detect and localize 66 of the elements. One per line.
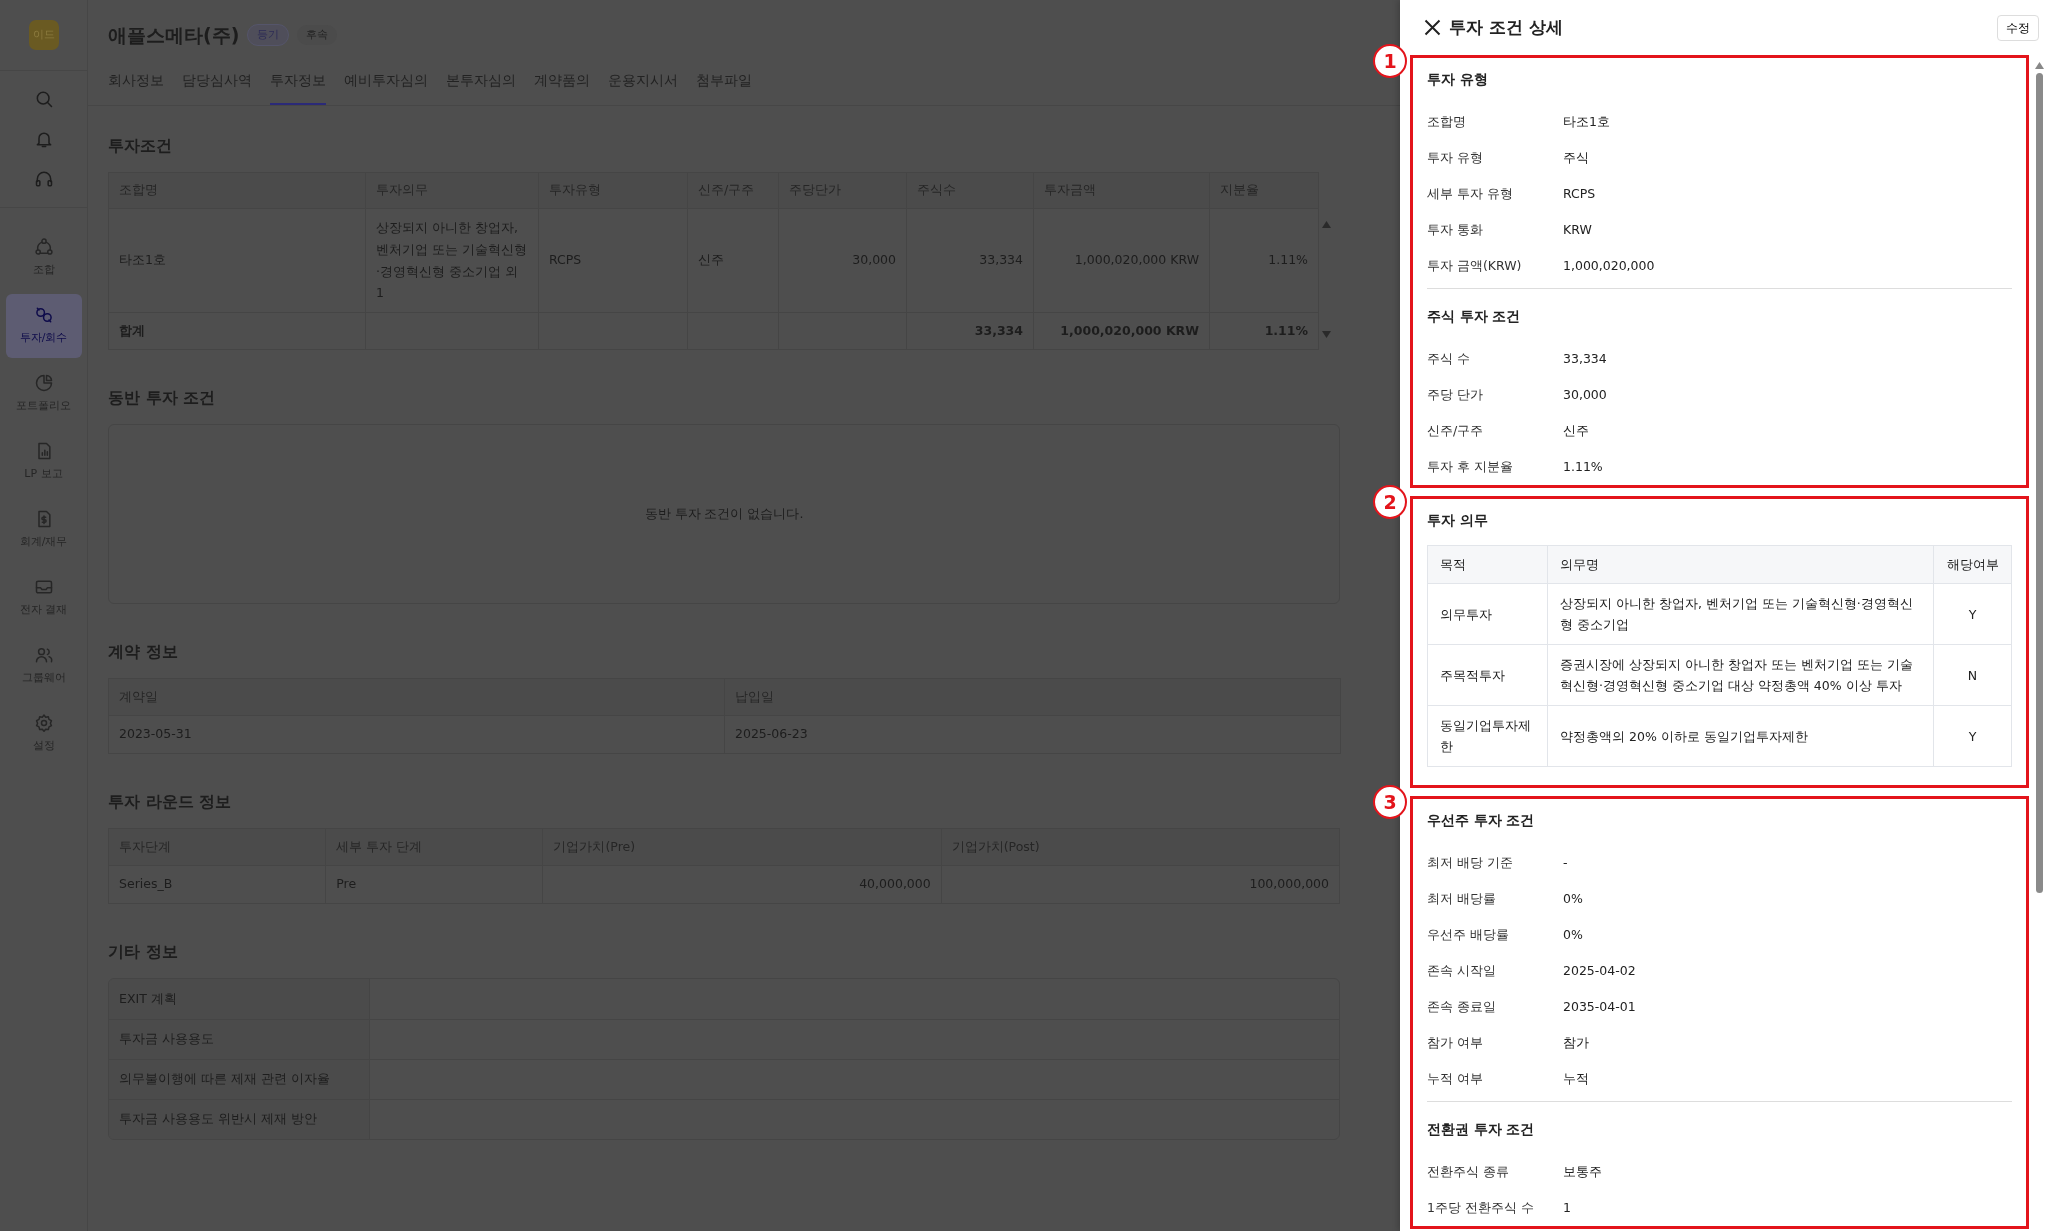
table-cell: 동일기업투자제한 — [1427, 705, 1548, 767]
field-value: 신주 — [1563, 421, 1589, 440]
group-heading: 투자 의무 — [1427, 510, 1489, 530]
field-label: 투자 통화 — [1427, 220, 1484, 239]
table-cell: 약정총액의 20% 이하로 동일기업투자제한 — [1547, 705, 1934, 767]
table-cell: 증권시장에 상장되지 아니한 창업자 또는 벤처기업 또는 기술혁신형·경영혁신형 중소기업 대상 약정총액 40% 이상 투자 — [1547, 644, 1934, 706]
group-heading: 우선주 투자 조건 — [1427, 811, 1536, 831]
field-value: 1,000,020,000 — [1563, 256, 1655, 275]
field-value: 0% — [1563, 889, 1583, 908]
headset-icon[interactable] — [33, 169, 54, 189]
table-cell: 상장되지 아니한 창업자, 벤처기업 또는 기술혁신형·경영혁신형 중소기업 — [1547, 583, 1934, 645]
panel-title: 투자 조건 상세 — [1449, 15, 1563, 39]
field-value: 33,334 — [1563, 349, 1607, 368]
field-value: 1.11% — [1563, 457, 1603, 476]
table-cell: Y — [1933, 583, 2012, 645]
nodes-icon — [33, 237, 54, 258]
table-cell: N — [1933, 644, 2012, 706]
field-label: 존속 시작일 — [1427, 961, 1497, 980]
field-label: 1주당 전환주식 수 — [1427, 1198, 1535, 1217]
field-value: 2025-04-02 — [1563, 961, 1636, 980]
field-value: 주식 — [1563, 148, 1589, 167]
close-icon[interactable] — [1424, 19, 1441, 36]
column-header: 의무명 — [1547, 545, 1934, 584]
field-value: 참가 — [1563, 1033, 1589, 1052]
field-value: 타조1호 — [1563, 112, 1610, 131]
gear-icon — [33, 713, 54, 734]
field-label: 전환주식 종류 — [1427, 1162, 1510, 1181]
field-label: 투자 금액(KRW) — [1427, 256, 1523, 275]
field-value: 30,000 — [1563, 385, 1607, 404]
field-label: 주식 수 — [1427, 349, 1471, 368]
sidebar-nav-item[interactable]: 투자/회수 — [5, 294, 82, 358]
field-value: 1 — [1563, 1198, 1571, 1217]
field-value: 보통주 — [1563, 1162, 1602, 1181]
field-label: 주당 단가 — [1427, 385, 1484, 404]
column-header: 목적 — [1427, 545, 1548, 584]
field-value: 2035-04-01 — [1563, 997, 1636, 1016]
edit-button[interactable]: 수정 — [1997, 14, 2039, 41]
field-label: 누적 여부 — [1427, 1069, 1484, 1088]
group-heading: 전환권 투자 조건 — [1427, 1120, 1536, 1140]
field-value: KRW — [1563, 220, 1592, 239]
annotation-marker: 2 — [1373, 485, 1407, 519]
field-label: 투자 유형 — [1427, 148, 1484, 167]
field-label: 최저 배당 기준 — [1427, 853, 1514, 872]
table-cell: 주목적투자 — [1427, 644, 1548, 706]
field-label: 조합명 — [1427, 112, 1467, 131]
annotation-marker: 1 — [1373, 44, 1407, 78]
field-value: 누적 — [1563, 1069, 1589, 1088]
field-label: 세부 투자 유형 — [1427, 184, 1514, 203]
field-value: - — [1563, 853, 1568, 872]
field-value: RCPS — [1563, 184, 1596, 203]
table-cell: 의무투자 — [1427, 583, 1548, 645]
column-header: 해당여부 — [1933, 545, 2012, 584]
field-label: 우선주 배당률 — [1427, 925, 1510, 944]
scrollbar-thumb[interactable] — [2035, 73, 2043, 893]
field-label: 최저 배당률 — [1427, 889, 1497, 908]
annotation-marker: 3 — [1373, 785, 1407, 820]
table-cell: Y — [1933, 705, 2012, 767]
group-heading: 주식 투자 조건 — [1427, 306, 1522, 326]
field-label: 참가 여부 — [1427, 1033, 1484, 1052]
pie-chart-icon — [33, 373, 54, 394]
field-label: 존속 종료일 — [1427, 997, 1497, 1016]
field-label: 투자 후 지분율 — [1427, 457, 1514, 476]
field-label: 신주/구주 — [1427, 421, 1485, 440]
group-heading: 투자 유형 — [1427, 69, 1489, 89]
scroll-up-icon[interactable] — [2034, 62, 2044, 69]
field-value: 0% — [1563, 925, 1583, 944]
